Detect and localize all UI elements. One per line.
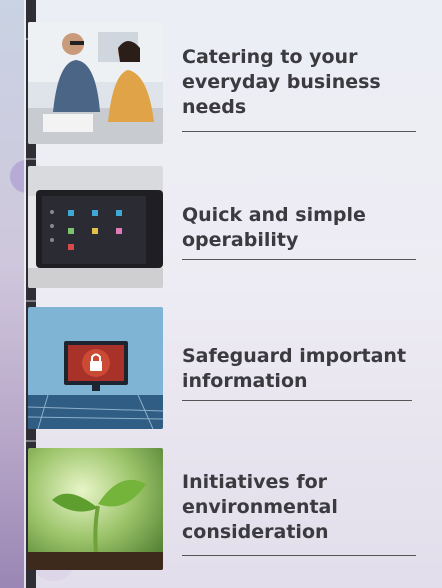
feature-item-environment[interactable]: Initiatives for environmental considerat… — [28, 448, 418, 570]
underline — [182, 400, 412, 401]
feature-title[interactable]: Safeguard important information — [182, 344, 418, 394]
underline — [182, 131, 416, 132]
feature-item-security[interactable]: Safeguard important information — [28, 307, 418, 429]
feature-title[interactable]: Quick and simple operability — [182, 203, 418, 253]
underline — [182, 259, 416, 260]
feature-title[interactable]: Initiatives for environmental considerat… — [182, 470, 418, 545]
security-lock-image — [28, 307, 163, 429]
office-meeting-image — [28, 22, 163, 144]
seedling-image — [28, 448, 163, 570]
feature-item-operability[interactable]: Quick and simple operability — [28, 166, 418, 288]
printer-panel-image — [28, 166, 163, 288]
feature-item-business-needs[interactable]: Catering to your everyday business needs — [28, 22, 418, 144]
feature-title[interactable]: Catering to your everyday business needs — [182, 45, 418, 120]
underline — [182, 555, 416, 556]
